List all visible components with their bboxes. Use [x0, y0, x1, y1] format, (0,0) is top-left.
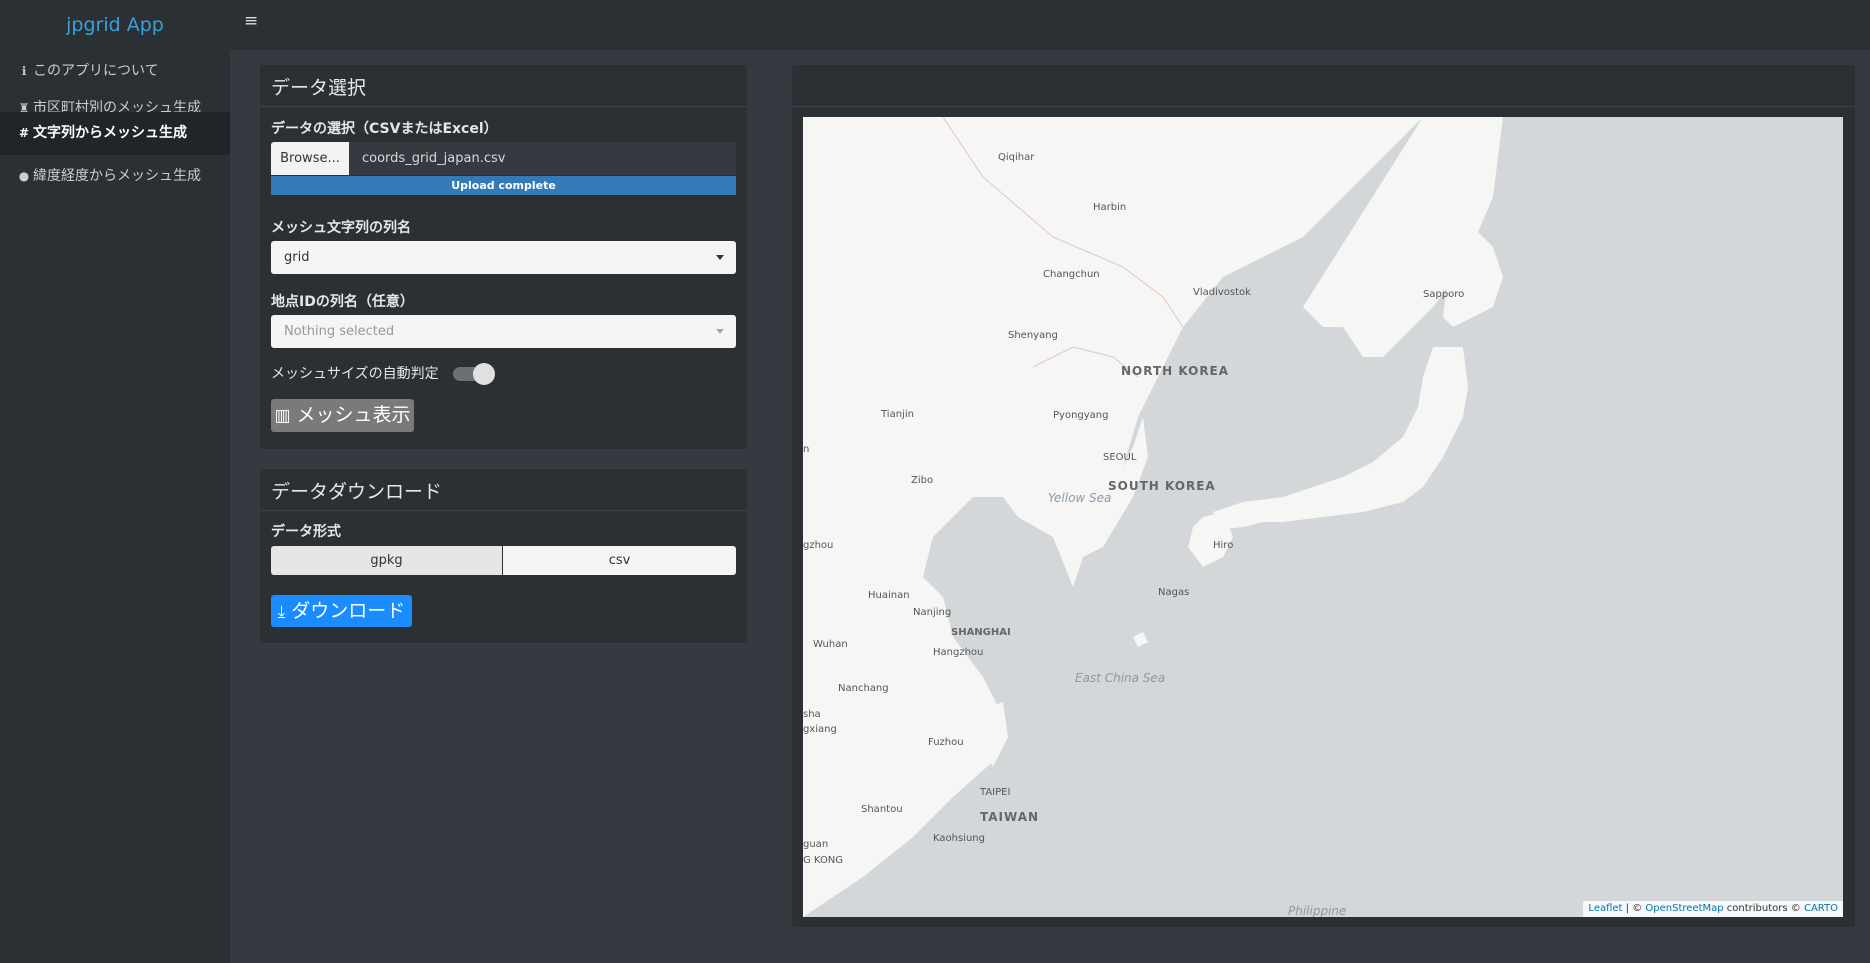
attribution-text: contributors ©	[1726, 903, 1801, 914]
hamburger-menu-icon[interactable]: ≡	[244, 13, 258, 30]
map-pin-icon: ●	[18, 169, 30, 183]
download-panel: データダウンロード データ形式 gpkg csv ⤓ ダウンロード	[260, 469, 747, 643]
panel-title: データ選択	[271, 77, 367, 99]
sea-label: East China Sea	[1075, 671, 1166, 685]
place-label: Huainan	[868, 590, 910, 601]
show-mesh-button[interactable]: ▥ メッシュ表示	[271, 399, 414, 432]
place-label: Hangzhou	[933, 647, 984, 658]
mesh-column-label: メッシュ文字列の列名	[271, 220, 411, 236]
divider	[260, 510, 747, 511]
place-label: Zibo	[911, 475, 934, 486]
select-value: grid	[284, 250, 310, 265]
sidebar: ℹ このアプリについて ♜ 市区町村別のメッシュ生成 # 文字列からメッシュ生成 ● 緯…	[0, 50, 230, 963]
leaflet-link[interactable]: Leaflet	[1588, 903, 1622, 914]
place-label: Changchun	[1043, 269, 1100, 280]
place-label: Wuhan	[813, 639, 848, 650]
edge-label: gzhou	[803, 540, 834, 551]
show-mesh-button-label: メッシュ表示	[296, 404, 411, 426]
map-attribution: Leaflet | © OpenStreetMap contributors ©…	[1583, 901, 1843, 917]
download-button-label: ダウンロード	[291, 600, 406, 622]
id-column-select[interactable]: Nothing selected	[271, 315, 736, 348]
place-label: Kaohsiung	[933, 833, 985, 844]
divider	[792, 106, 1855, 107]
download-button[interactable]: ⤓ ダウンロード	[271, 595, 412, 627]
auto-size-label: メッシュサイズの自動判定	[271, 366, 439, 382]
panel-title: データダウンロード	[271, 481, 443, 503]
place-label: Pyongyang	[1053, 410, 1109, 421]
place-label: Shantou	[861, 804, 903, 815]
file-name-field[interactable]: coords_grid_japan.csv	[349, 142, 736, 175]
place-label: Nanjing	[913, 607, 952, 618]
format-label: データ形式	[271, 524, 341, 540]
place-label: Hiro	[1213, 540, 1234, 551]
sidebar-item-label: 文字列からメッシュ生成	[33, 125, 187, 141]
place-label: Nanchang	[838, 683, 889, 694]
edge-label: G KONG	[803, 855, 844, 866]
sidebar-item-label: 緯度経度からメッシュ生成	[33, 168, 201, 184]
mesh-column-select[interactable]: grid	[271, 241, 736, 274]
basemap-land	[803, 117, 1503, 917]
place-label: Qiqihar	[998, 152, 1035, 163]
leaflet-map[interactable]: 6542614059425941574056405638553655395437…	[803, 117, 1843, 917]
file-input-label: データの選択（CSVまたはExcel）	[271, 121, 498, 137]
id-column-label: 地点IDの列名（任意）	[271, 294, 414, 310]
edge-label: sha	[803, 709, 821, 720]
select-placeholder: Nothing selected	[284, 324, 395, 339]
hokkaido-shape	[1443, 217, 1503, 327]
sea-label: Philippine	[1288, 904, 1347, 917]
browse-button[interactable]: Browse...	[271, 142, 349, 175]
app-title[interactable]: jpgrid App	[0, 0, 230, 50]
place-label: Nagas	[1158, 587, 1190, 598]
place-label: Harbin	[1093, 202, 1127, 213]
edge-label: n	[803, 444, 810, 455]
place-label: Vladivostok	[1193, 287, 1251, 298]
format-option-csv[interactable]: csv	[503, 546, 736, 575]
chevron-down-icon	[716, 329, 724, 334]
sea-label: Yellow Sea	[1048, 491, 1112, 505]
sidebar-item-string-mesh[interactable]: # 文字列からメッシュ生成	[0, 112, 230, 155]
honshu-shape	[1213, 347, 1468, 529]
sidebar-item-latlon-mesh[interactable]: ● 緯度経度からメッシュ生成	[0, 155, 230, 198]
hashtag-icon: #	[18, 126, 30, 140]
divider	[260, 106, 747, 107]
sidebar-item-label: このアプリについて	[33, 63, 159, 79]
country-label: SOUTH KOREA	[1108, 479, 1216, 493]
chevron-down-icon	[716, 255, 724, 260]
country-label: NORTH KOREA	[1121, 364, 1230, 378]
place-label: TAIPEI	[980, 787, 1011, 798]
edge-label: gxiang	[803, 724, 837, 735]
place-label: Sapporo	[1423, 289, 1465, 300]
edge-label: guan	[803, 839, 829, 850]
country-label: TAIWAN	[980, 810, 1040, 824]
data-select-panel: データ選択 データの選択（CSVまたはExcel） Browse... coor…	[260, 65, 747, 449]
format-option-gpkg[interactable]: gpkg	[271, 546, 502, 575]
place-label: SEOUL	[1103, 452, 1137, 463]
place-label: SHANGHAI	[951, 627, 1011, 638]
place-label: Fuzhou	[928, 737, 964, 748]
top-navbar: jpgrid App ≡	[0, 0, 1870, 50]
place-label: Tianjin	[881, 409, 914, 420]
osm-link[interactable]: OpenStreetMap	[1645, 903, 1723, 914]
toggle-knob	[473, 363, 495, 385]
download-icon: ⤓	[277, 602, 286, 622]
upload-progress-bar: Upload complete	[271, 176, 736, 195]
carto-link[interactable]: CARTO	[1804, 903, 1838, 914]
map-icon: ▥	[274, 406, 291, 426]
auto-size-toggle[interactable]	[453, 363, 495, 385]
place-label: Shenyang	[1008, 330, 1058, 341]
okinawa-shape	[1133, 632, 1148, 647]
